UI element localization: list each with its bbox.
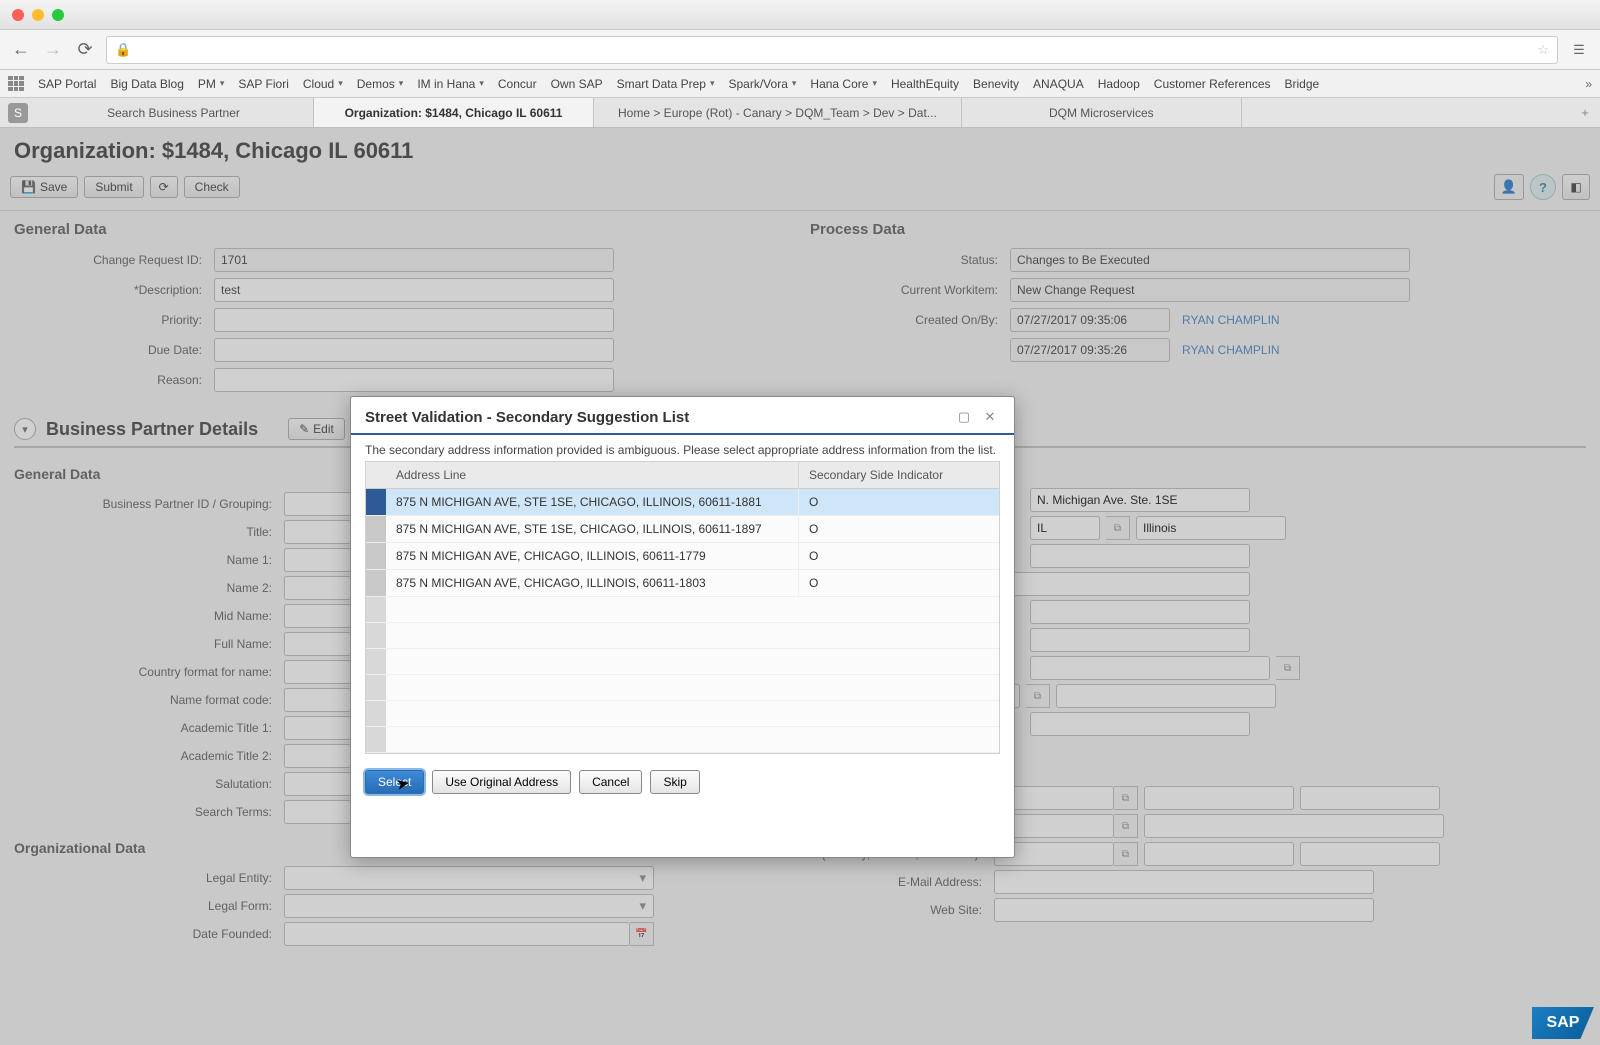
street-validation-modal: Street Validation - Secondary Suggestion… — [350, 396, 1015, 858]
sap-badge-icon: S — [8, 103, 28, 123]
bookmark-item[interactable]: Own SAP — [551, 77, 603, 91]
suggestion-table: Address Line Secondary Side Indicator 87… — [365, 461, 1000, 754]
bookmarks-overflow-icon[interactable]: » — [1585, 77, 1592, 91]
bookmark-star-icon[interactable]: ☆ — [1537, 42, 1549, 58]
bookmark-item[interactable]: Hana Core — [810, 77, 877, 91]
bookmark-item[interactable]: Demos — [357, 77, 404, 91]
col-address-line: Address Line — [386, 462, 799, 488]
reload-button[interactable]: ⟳ — [74, 39, 96, 61]
url-bar[interactable]: 🔒 ☆ — [106, 36, 1558, 64]
maximize-window-icon[interactable] — [52, 9, 64, 21]
modal-close-icon[interactable]: ✕ — [980, 407, 1000, 427]
new-tab-button[interactable]: + — [1570, 98, 1600, 127]
address-cell: 875 N MICHIGAN AVE, CHICAGO, ILLINOIS, 6… — [386, 570, 799, 596]
bookmark-item[interactable]: Benevity — [973, 77, 1019, 91]
address-cell: 875 N MICHIGAN AVE, CHICAGO, ILLINOIS, 6… — [386, 543, 799, 569]
table-row[interactable]: 875 N MICHIGAN AVE, CHICAGO, ILLINOIS, 6… — [366, 543, 999, 570]
bookmark-item[interactable]: Smart Data Prep — [617, 77, 715, 91]
table-row[interactable]: 875 N MICHIGAN AVE, STE 1SE, CHICAGO, IL… — [366, 489, 999, 516]
skip-button[interactable]: Skip — [650, 770, 699, 794]
bookmarks-bar: SAP Portal Big Data Blog PM SAP Fiori Cloud D… — [0, 70, 1600, 98]
lock-icon: 🔒 — [115, 42, 131, 58]
indicator-cell: O — [799, 516, 999, 542]
bookmark-item[interactable]: Customer References — [1154, 77, 1271, 91]
minimize-window-icon[interactable] — [32, 9, 44, 21]
back-button[interactable]: ← — [10, 39, 32, 61]
table-row[interactable]: 875 N MICHIGAN AVE, STE 1SE, CHICAGO, IL… — [366, 516, 999, 543]
modal-maximize-icon[interactable]: ▢ — [954, 407, 974, 427]
app-tab[interactable]: Organization: $1484, Chicago IL 60611 — [314, 98, 594, 127]
bookmark-item[interactable]: Cloud — [303, 77, 343, 91]
bookmark-item[interactable]: ANAQUA — [1033, 77, 1084, 91]
cancel-button[interactable]: Cancel — [579, 770, 642, 794]
modal-title: Street Validation - Secondary Suggestion… — [365, 409, 948, 426]
bookmark-item[interactable]: HealthEquity — [891, 77, 959, 91]
forward-button: → — [42, 39, 64, 61]
use-original-address-button[interactable]: Use Original Address — [432, 770, 571, 794]
apps-grid-icon[interactable] — [8, 76, 24, 92]
close-window-icon[interactable] — [12, 9, 24, 21]
bookmark-item[interactable]: PM — [198, 77, 225, 91]
page-content: Organization: $1484, Chicago IL 60611 💾 … — [0, 128, 1600, 1045]
browser-toolbar: ← → ⟳ 🔒 ☆ ☰ — [0, 30, 1600, 70]
indicator-cell: O — [799, 489, 999, 515]
app-tab[interactable]: DQM Microservices — [962, 98, 1242, 127]
bookmark-item[interactable]: Bridge — [1285, 77, 1320, 91]
bookmark-item[interactable]: IM in Hana — [417, 77, 484, 91]
address-cell: 875 N MICHIGAN AVE, STE 1SE, CHICAGO, IL… — [386, 516, 799, 542]
bookmark-item[interactable]: Big Data Blog — [110, 77, 183, 91]
bookmark-item[interactable]: SAP Portal — [38, 77, 96, 91]
browser-menu-icon[interactable]: ☰ — [1568, 39, 1590, 61]
address-cell: 875 N MICHIGAN AVE, STE 1SE, CHICAGO, IL… — [386, 489, 799, 515]
col-secondary-indicator: Secondary Side Indicator — [799, 462, 999, 488]
bookmark-item[interactable]: Hadoop — [1098, 77, 1140, 91]
mac-titlebar — [0, 0, 1600, 30]
bookmark-item[interactable]: SAP Fiori — [238, 77, 288, 91]
indicator-cell: O — [799, 570, 999, 596]
table-row[interactable]: 875 N MICHIGAN AVE, CHICAGO, ILLINOIS, 6… — [366, 570, 999, 597]
app-tabs: S Search Business PartnerOrganization: $… — [0, 98, 1600, 128]
indicator-cell: O — [799, 543, 999, 569]
bookmark-item[interactable]: Spark/Vora — [729, 77, 797, 91]
app-tab[interactable]: Search Business Partner — [34, 98, 314, 127]
bookmark-item[interactable]: Concur — [498, 77, 537, 91]
app-tab[interactable]: Home > Europe (Rot) - Canary > DQM_Team … — [594, 98, 962, 127]
select-button[interactable]: Select — [365, 770, 424, 794]
modal-message: The secondary address information provid… — [351, 435, 1014, 461]
